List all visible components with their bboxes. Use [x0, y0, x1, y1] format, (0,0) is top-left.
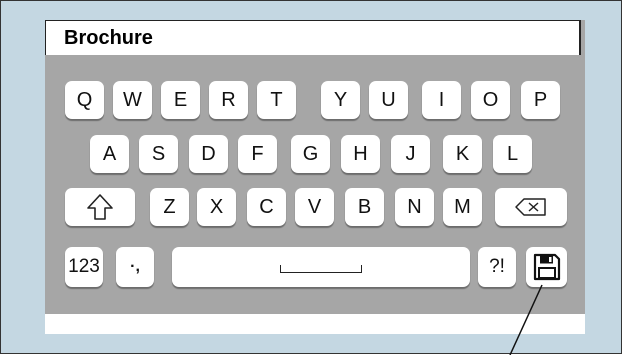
space-bar[interactable] [172, 247, 470, 287]
key-n[interactable]: N [395, 188, 434, 226]
shift-key[interactable] [65, 188, 135, 226]
key-a[interactable]: A [90, 135, 129, 173]
backspace-key[interactable] [495, 188, 567, 226]
key-o[interactable]: O [471, 81, 510, 119]
key-h[interactable]: H [341, 135, 380, 173]
key-c[interactable]: C [247, 188, 286, 226]
numeric-toggle-key[interactable]: 123 [65, 247, 103, 287]
key-f[interactable]: F [238, 135, 277, 173]
key-p[interactable]: P [521, 81, 560, 119]
key-i[interactable]: I [422, 81, 461, 119]
filename-value: Brochure [64, 27, 153, 49]
key-d[interactable]: D [189, 135, 228, 173]
floppy-disk-icon [533, 253, 560, 281]
key-u[interactable]: U [369, 81, 408, 119]
key-x[interactable]: X [197, 188, 236, 226]
key-v[interactable]: V [295, 188, 334, 226]
key-q[interactable]: Q [65, 81, 104, 119]
key-k[interactable]: K [443, 135, 482, 173]
symbols-key[interactable]: ?! [478, 247, 516, 287]
punctuation-key[interactable]: ·, [116, 247, 154, 287]
backspace-icon [515, 198, 546, 216]
key-j[interactable]: J [391, 135, 430, 173]
key-g[interactable]: G [291, 135, 330, 173]
save-button[interactable] [526, 247, 567, 287]
shift-arrow-icon [87, 194, 113, 220]
key-e[interactable]: E [161, 81, 200, 119]
key-w[interactable]: W [113, 81, 152, 119]
key-m[interactable]: M [443, 188, 482, 226]
key-r[interactable]: R [209, 81, 248, 119]
key-y[interactable]: Y [321, 81, 360, 119]
key-z[interactable]: Z [150, 188, 189, 226]
key-l[interactable]: L [493, 135, 532, 173]
key-s[interactable]: S [139, 135, 178, 173]
space-bracket-icon [280, 265, 362, 273]
key-t[interactable]: T [257, 81, 296, 119]
key-b[interactable]: B [345, 188, 384, 226]
callout-line [509, 284, 543, 355]
filename-field[interactable]: Brochure [45, 20, 581, 55]
